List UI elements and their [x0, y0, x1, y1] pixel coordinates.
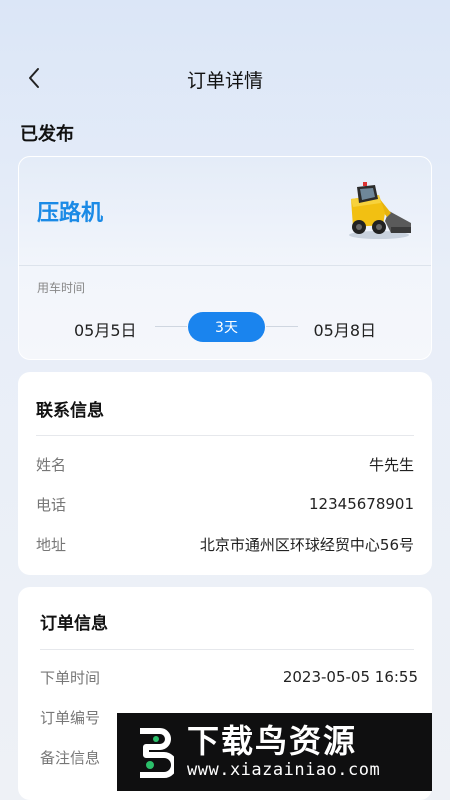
duration-badge: 3天: [188, 312, 265, 342]
end-date: 05月8日: [313, 321, 376, 340]
row-label: 备注信息: [40, 748, 101, 767]
row-value: 12345678901: [309, 495, 414, 513]
watermark-logo: [117, 713, 187, 791]
vehicle-name: 压路机: [37, 201, 104, 226]
row-label: 订单编号: [40, 708, 101, 727]
row-value: 牛先生: [368, 455, 414, 474]
start-date: 05月5日: [74, 321, 137, 340]
contact-info-title: 联系信息: [36, 401, 104, 421]
row-value: 北京市通州区环球经贸中心56号: [199, 535, 414, 554]
watermark-banner: 下载鸟资源 www.xiazainiao.com: [117, 713, 432, 791]
divider: [40, 649, 414, 650]
vehicle-image: [349, 182, 411, 239]
page-title: 订单详情: [186, 70, 263, 92]
order-detail-screen: 订单详情 已发布 压路机 用车时间 05月5日 3天 05月8日 联系信息 姓名…: [0, 0, 450, 800]
divider: [36, 435, 414, 436]
row-label: 姓名: [36, 455, 67, 474]
date-connector-right: [266, 326, 298, 327]
row-label: 地址: [36, 535, 67, 554]
contact-row-address: 地址 北京市通州区环球经贸中心56号: [36, 532, 414, 556]
contact-row-phone: 电话 12345678901: [36, 492, 414, 516]
row-label: 下单时间: [40, 668, 101, 687]
row-value: 2023-05-05 16:55: [282, 668, 418, 686]
contact-info-card: 联系信息 姓名 牛先生 电话 12345678901 地址 北京市通州区环球经贸…: [18, 372, 432, 575]
bird-logo-icon: [140, 728, 174, 778]
card-divider: [19, 265, 431, 266]
nav-bar: 订单详情: [0, 58, 450, 98]
watermark-url: www.xiazainiao.com: [187, 760, 381, 780]
order-status: 已发布: [20, 124, 74, 145]
row-label: 电话: [36, 495, 67, 514]
rental-time-label: 用车时间: [37, 281, 86, 295]
watermark-title: 下载鸟资源: [187, 722, 358, 760]
contact-row-name: 姓名 牛先生: [36, 452, 414, 476]
vehicle-card: 压路机 用车时间 05月5日 3天 05月8日: [18, 156, 432, 360]
order-info-title: 订单信息: [40, 614, 108, 634]
order-row-time: 下单时间 2023-05-05 16:55: [40, 665, 418, 689]
date-connector-left: [155, 326, 187, 327]
